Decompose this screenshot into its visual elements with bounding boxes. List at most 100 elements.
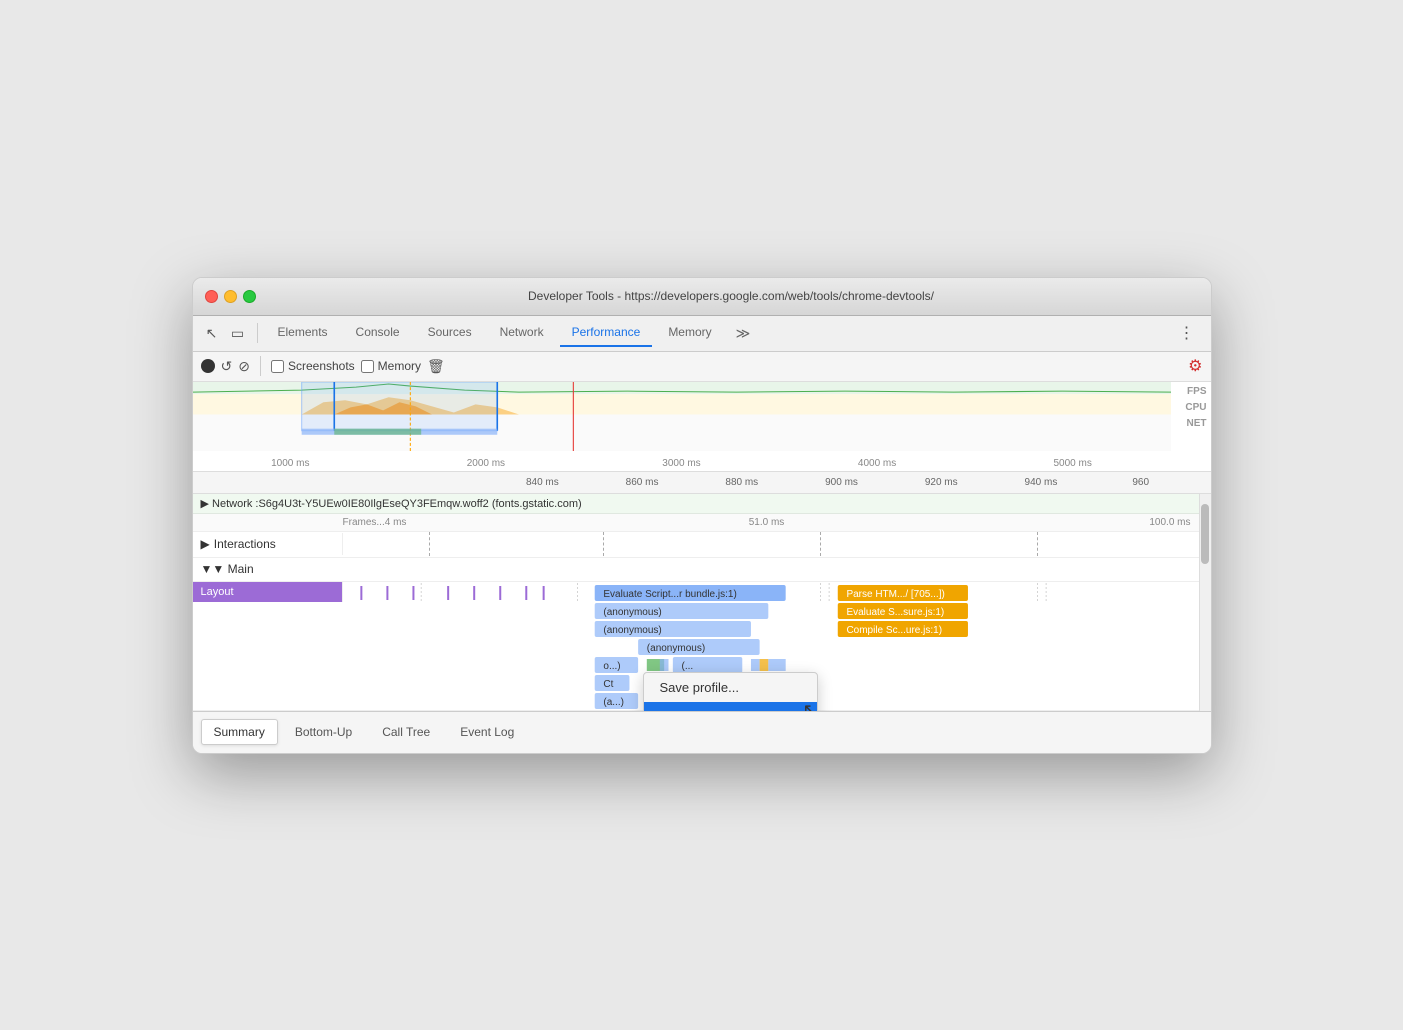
tab-memory[interactable]: Memory (656, 319, 723, 347)
interactions-label[interactable]: ▶ Interactions (193, 533, 343, 555)
frames-col2: 51.0 ms (625, 517, 908, 528)
devtools-window: Developer Tools - https://developers.goo… (192, 277, 1212, 754)
more-tabs-button[interactable]: ≫ (728, 319, 759, 348)
time-label-2: 2000 ms (388, 458, 584, 469)
o-svg: o...) (... (343, 656, 1211, 674)
ruler-mark-0: 840 ms (493, 477, 593, 488)
ruler-mark-3: 900 ms (792, 477, 892, 488)
top-toolbar: ↖ ▭ Elements Console Sources Network Per… (193, 316, 1211, 352)
toolbar-sep-2 (260, 356, 261, 376)
time-label-3: 3000 ms (584, 458, 780, 469)
event-log-tab[interactable]: Event Log (447, 719, 527, 745)
frames-row: Frames...4 ms 51.0 ms 100.0 ms (193, 514, 1211, 532)
maximize-button[interactable] (243, 290, 256, 303)
interactions-arrow: ▶ (201, 537, 210, 551)
screenshots-checkbox[interactable] (271, 360, 284, 373)
call-tree-tab[interactable]: Call Tree (369, 719, 443, 745)
tab-sources[interactable]: Sources (416, 319, 484, 347)
tick1 (360, 586, 362, 600)
net-label: NET (1187, 418, 1207, 429)
screenshots-label: Screenshots (288, 359, 355, 373)
anon-row-1: (anonymous) Evaluate S...sure.js:1) (193, 602, 1211, 620)
timeline-ruler: 840 ms 860 ms 880 ms 900 ms 920 ms 940 m… (193, 472, 1211, 494)
layout-row-label: Layout (193, 582, 343, 602)
performance-toolbar: ↺ ⊘ Screenshots Memory 🗑 ⚙ (193, 352, 1211, 382)
time-label-4: 4000 ms (779, 458, 975, 469)
window-title: Developer Tools - https://developers.goo… (264, 289, 1199, 303)
ruler-mark-5: 940 ms (991, 477, 1091, 488)
scrollbar-thumb[interactable] (1201, 504, 1209, 564)
time-label-1: 1000 ms (193, 458, 389, 469)
eval-sure-text: Evaluate S...sure.js:1) (846, 607, 944, 618)
minimap-selection[interactable] (301, 382, 497, 431)
tab-network[interactable]: Network (488, 319, 556, 347)
device-icon[interactable]: ▭ (227, 322, 249, 344)
tick2 (386, 586, 388, 600)
clear-button[interactable]: 🗑 (427, 358, 445, 375)
tab-console[interactable]: Console (344, 319, 412, 347)
settings-button[interactable]: ⚙ (1188, 356, 1202, 376)
overview-section: 1000 ms 2000 ms 3000 ms 4000 ms 5000 ms … (193, 382, 1211, 472)
time-labels-row: 1000 ms 2000 ms 3000 ms 4000 ms 5000 ms (193, 458, 1171, 469)
main-header[interactable]: ▼ ▼ Main (193, 558, 1211, 582)
network-row[interactable]: ▶ Network :S6g4U3t-Y5UEw0IE80IlgEseQY3FE… (193, 494, 1211, 514)
stop-button[interactable]: ⊘ (238, 358, 250, 375)
cursor-icon[interactable]: ↖ (201, 322, 223, 344)
tab-elements[interactable]: Elements (266, 319, 340, 347)
dashed-line-3 (820, 532, 821, 556)
layout-ticks-svg: Evaluate Script...r bundle.js:1) Parse H… (343, 583, 1211, 603)
tab-performance[interactable]: Performance (560, 319, 653, 347)
orange-tick-1 (759, 659, 768, 671)
anon1-svg: (anonymous) Evaluate S...sure.js:1) (343, 602, 1211, 620)
tick4 (447, 586, 449, 600)
tick3 (412, 586, 414, 600)
o-row: o...) (... (193, 656, 1211, 674)
memory-checkbox[interactable] (361, 360, 374, 373)
cpu-label: CPU (1185, 402, 1206, 413)
blue-tick-1 (659, 659, 668, 671)
titlebar: Developer Tools - https://developers.goo… (193, 278, 1211, 316)
traffic-lights (205, 290, 256, 303)
frames-col1: Frames...4 ms (343, 517, 626, 528)
memory-label: Memory (378, 359, 421, 373)
o-content: o...) (... (343, 656, 1211, 674)
memory-checkbox-label[interactable]: Memory (361, 359, 421, 373)
interactions-row[interactable]: ▶ Interactions (193, 532, 1211, 558)
dashed-line-4 (1037, 532, 1038, 556)
compile-text: Compile Sc...ure.js:1) (846, 625, 942, 636)
screenshots-checkbox-label[interactable]: Screenshots (271, 359, 355, 373)
time-label-5: 5000 ms (975, 458, 1171, 469)
anon1-text: (anonymous) (603, 607, 661, 618)
close-button[interactable] (205, 290, 218, 303)
anon2-svg: (anonymous) Compile Sc...ure.js:1) (343, 620, 1211, 638)
ruler-mark-4: 920 ms (891, 477, 991, 488)
bottom-up-tab[interactable]: Bottom-Up (282, 719, 365, 745)
summary-tab[interactable]: Summary (201, 719, 278, 745)
overview-chart[interactable] (193, 382, 1171, 451)
o-text: o...) (603, 661, 620, 672)
network-row-text: ▶ Network :S6g4U3t-Y5UEw0IE80IlgEseQY3FE… (201, 497, 582, 510)
tick8 (542, 586, 544, 600)
minimize-button[interactable] (224, 290, 237, 303)
overview-svg (193, 382, 1171, 451)
fps-label: FPS (1187, 386, 1206, 397)
load-profile-item[interactable]: Load profile... (644, 702, 817, 711)
scrollbar[interactable] (1199, 494, 1211, 711)
main-arrow: ▼ (201, 562, 213, 576)
record-button[interactable] (201, 359, 215, 373)
anon-row-3: (anonymous) (193, 638, 1211, 656)
tick5 (473, 586, 475, 600)
anon3-svg: (anonymous) (343, 638, 1211, 656)
frames-col3: 100.0 ms (908, 517, 1211, 528)
reload-button[interactable]: ↺ (221, 358, 233, 375)
flamechart-container: 840 ms 860 ms 880 ms 900 ms 920 ms 940 m… (193, 472, 1211, 711)
devtools-menu-button[interactable]: ⋮ (1171, 323, 1203, 343)
layout-bar[interactable]: Layout (193, 582, 342, 602)
ruler-mark-6: 960 (1091, 477, 1191, 488)
anon3-text: (anonymous) (646, 643, 704, 654)
anon-content-3: (anonymous) (343, 638, 1211, 656)
paren-text-1: (... (681, 661, 693, 672)
save-profile-item[interactable]: Save profile... (644, 673, 817, 702)
tick6 (499, 586, 501, 600)
anon-content-1: (anonymous) Evaluate S...sure.js:1) (343, 602, 1211, 620)
